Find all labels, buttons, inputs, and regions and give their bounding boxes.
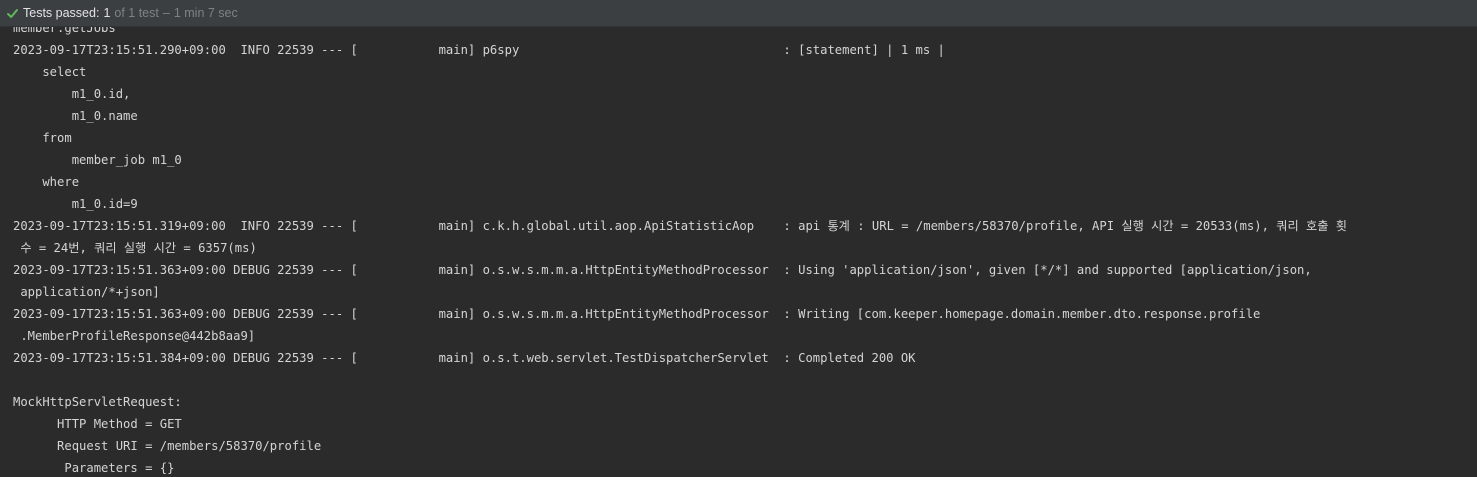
console-line: application/*+json]	[13, 285, 160, 299]
console-line: 2023-09-17T23:15:51.363+09:00 DEBUG 2253…	[13, 307, 1261, 321]
check-icon	[6, 7, 19, 20]
tests-passed-count: 1	[103, 6, 111, 20]
console-line: member_job m1_0	[13, 153, 182, 167]
console-line: from	[13, 131, 72, 145]
console-line: m1_0.name	[13, 109, 138, 123]
console-line: 2023-09-17T23:15:51.290+09:00 INFO 22539…	[13, 43, 945, 57]
console-line: select	[13, 65, 87, 79]
tests-passed-label: Tests passed:	[23, 6, 100, 20]
console-line: 2023-09-17T23:15:51.319+09:00 INFO 22539…	[13, 219, 1348, 233]
console-line: m1_0.id=9	[13, 197, 138, 211]
tests-total-detail: of 1 test	[114, 6, 159, 20]
console-line: MockHttpServletRequest:	[13, 395, 182, 409]
console-line: Request URI = /members/58370/profile	[13, 439, 322, 453]
test-duration: 1 min 7 sec	[173, 6, 238, 20]
console-line: Parameters = {}	[13, 461, 175, 475]
console-line: 수 = 24번, 쿼리 실행 시간 = 6357(ms)	[13, 241, 257, 255]
console-line: HTTP Method = GET	[13, 417, 182, 431]
console-output[interactable]: member.getJobs 2023-09-17T23:15:51.290+09…	[0, 27, 1477, 477]
test-status-bar: Tests passed: 1 of 1 test – 1 min 7 sec	[0, 0, 1477, 27]
test-runner-window: Tests passed: 1 of 1 test – 1 min 7 sec …	[0, 0, 1477, 477]
console-line: .MemberProfileResponse@442b8aa9]	[13, 329, 256, 343]
console-line: 2023-09-17T23:15:51.384+09:00 DEBUG 2253…	[13, 351, 916, 365]
console-line: member.getJobs	[13, 27, 116, 35]
status-separator: –	[162, 6, 170, 20]
console-line: where	[13, 175, 80, 189]
console-line: 2023-09-17T23:15:51.363+09:00 DEBUG 2253…	[13, 263, 1312, 277]
console-line: m1_0.id,	[13, 87, 131, 101]
console-lines: member.getJobs 2023-09-17T23:15:51.290+09…	[13, 27, 1477, 477]
